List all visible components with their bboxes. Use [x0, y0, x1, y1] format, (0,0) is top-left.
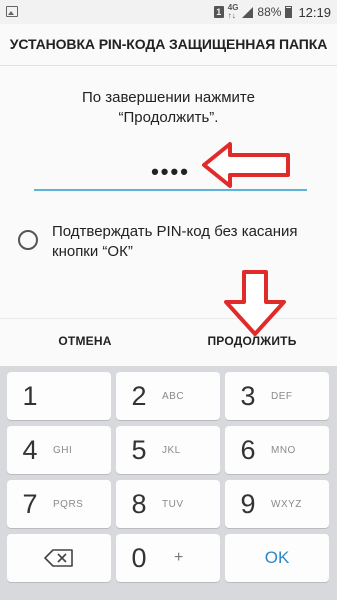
key-0[interactable]: 0 + — [116, 534, 220, 582]
key-letters: MNO — [271, 444, 296, 456]
instruction-text: По завершении нажмите “Продолжить”. — [20, 88, 317, 128]
key-letters: ABC — [162, 390, 185, 402]
down-pointing-arrow-annotation — [224, 270, 286, 336]
dialog-title: УСТАНОВКА PIN-КОДА ЗАЩИЩЕННАЯ ПАПКА — [9, 36, 328, 52]
key-digit: 8 — [131, 488, 147, 519]
key-digit: 5 — [131, 434, 147, 465]
battery-icon — [285, 6, 293, 18]
key-2[interactable]: 2 ABC — [116, 372, 220, 420]
sim-icon: 1 — [213, 6, 224, 18]
ok-key[interactable]: OK — [225, 534, 329, 582]
key-digit: 2 — [131, 380, 147, 411]
key-digit: 1 — [22, 380, 38, 411]
key-1[interactable]: 1 — [7, 372, 111, 420]
key-5[interactable]: 5 JKL — [116, 426, 220, 474]
status-icons: 1 4G ↑↓ 88% 12:19 — [213, 4, 331, 20]
key-6[interactable]: 6 MNO — [225, 426, 329, 474]
key-letters: GHI — [53, 444, 73, 456]
instruction-line-1: По завершении нажмите — [82, 89, 255, 106]
ok-label: OK — [264, 548, 290, 567]
backspace-key[interactable] — [7, 534, 111, 582]
key-4[interactable]: 4 GHI — [7, 426, 111, 474]
plus-label: + — [174, 549, 184, 566]
clock: 12:19 — [298, 4, 331, 20]
confirm-without-ok-label[interactable]: Подтверждать PIN-код без касания кнопки … — [52, 222, 322, 262]
key-9[interactable]: 9 WXYZ — [225, 480, 329, 528]
divider — [0, 65, 337, 66]
backspace-icon — [44, 549, 73, 567]
status-bar: 1 4G ↑↓ 88% 12:19 — [0, 0, 337, 24]
confirm-without-ok-radio[interactable] — [18, 230, 38, 250]
key-letters: TUV — [162, 498, 184, 510]
key-digit: 7 — [22, 488, 38, 519]
key-digit: 4 — [22, 434, 38, 465]
gallery-notification-icon — [6, 6, 18, 17]
key-digit: 0 — [131, 542, 147, 573]
signal-icon — [242, 6, 254, 18]
numeric-keyboard: 1 2 ABC 3 DEF 4 GHI 5 JKL 6 MNO 7 PQRS 8… — [0, 366, 337, 600]
key-letters: WXYZ — [271, 498, 302, 510]
left-pointing-arrow-annotation — [202, 142, 290, 188]
screen: 1 4G ↑↓ 88% 12:19 УСТАНОВКА PIN-КОДА ЗАЩ… — [0, 0, 337, 600]
key-3[interactable]: 3 DEF — [225, 372, 329, 420]
key-digit: 6 — [240, 434, 256, 465]
key-letters: PQRS — [53, 498, 84, 510]
instruction-line-2: “Продолжить”. — [118, 109, 219, 126]
key-digit: 3 — [240, 380, 256, 411]
key-8[interactable]: 8 TUV — [116, 480, 220, 528]
data-activity-icon: ↑↓ — [227, 11, 236, 20]
battery-percent: 88% — [257, 5, 282, 19]
key-digit: 9 — [240, 488, 256, 519]
network-type-icon: 4G ↑↓ — [228, 4, 239, 20]
key-7[interactable]: 7 PQRS — [7, 480, 111, 528]
key-letters: DEF — [271, 390, 293, 402]
key-letters: JKL — [162, 444, 181, 456]
cancel-button[interactable]: ОТМЕНА — [40, 334, 130, 354]
